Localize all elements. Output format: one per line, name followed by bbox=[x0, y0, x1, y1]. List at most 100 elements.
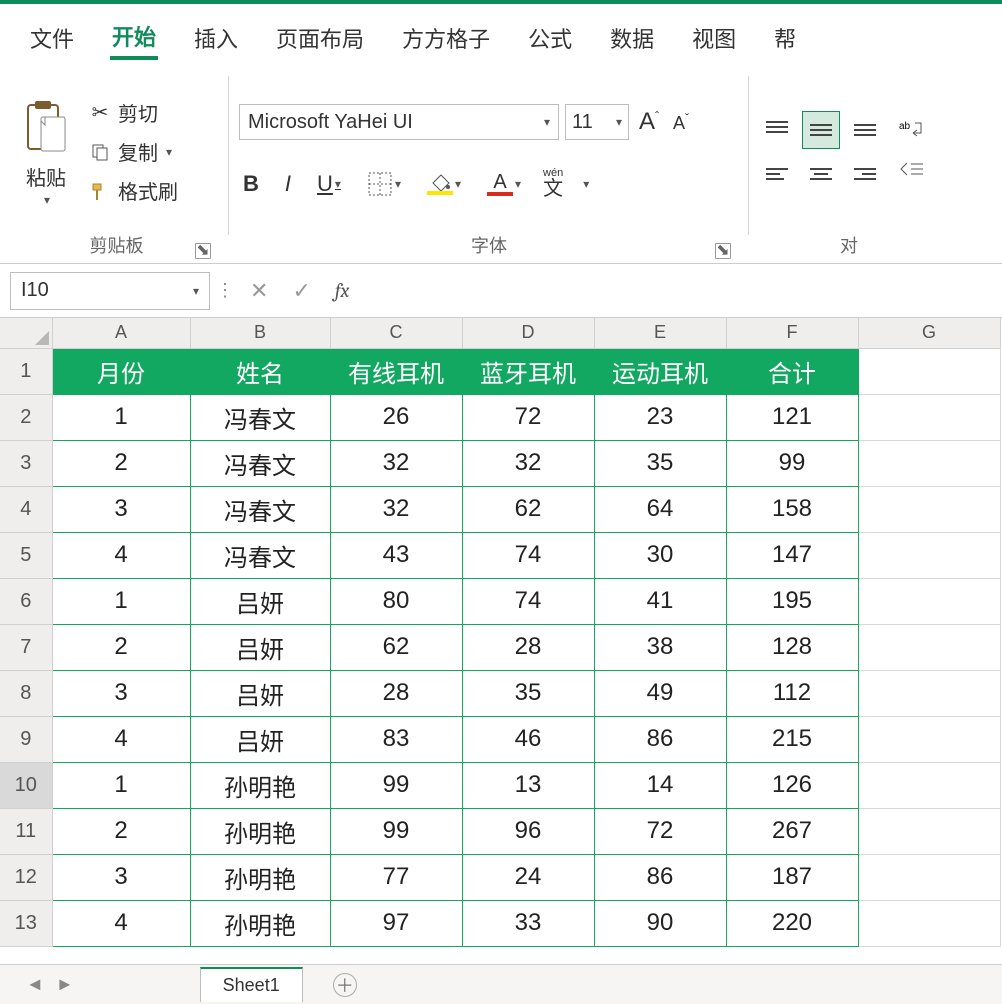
cancel-button[interactable]: ✕ bbox=[250, 278, 268, 304]
cell[interactable]: 97 bbox=[330, 900, 462, 946]
cell[interactable]: 23 bbox=[594, 394, 726, 440]
cell[interactable]: 冯春文 bbox=[190, 440, 330, 486]
cell[interactable]: 99 bbox=[726, 440, 858, 486]
cell[interactable]: 62 bbox=[330, 624, 462, 670]
cell[interactable]: 13 bbox=[462, 762, 594, 808]
header-cell[interactable]: 月份 bbox=[52, 348, 190, 394]
cell[interactable] bbox=[858, 670, 1000, 716]
cell[interactable]: 28 bbox=[462, 624, 594, 670]
cell[interactable]: 74 bbox=[462, 532, 594, 578]
cell[interactable]: 3 bbox=[52, 854, 190, 900]
cell[interactable]: 38 bbox=[594, 624, 726, 670]
cell[interactable]: 72 bbox=[462, 394, 594, 440]
cell[interactable]: 32 bbox=[330, 486, 462, 532]
cell[interactable] bbox=[858, 486, 1000, 532]
wrap-text-button[interactable]: ab bbox=[899, 119, 925, 147]
row-header[interactable]: 5 bbox=[0, 532, 52, 578]
cell[interactable]: 43 bbox=[330, 532, 462, 578]
column-header[interactable]: D bbox=[462, 318, 594, 348]
cell[interactable]: 147 bbox=[726, 532, 858, 578]
header-cell[interactable]: 姓名 bbox=[190, 348, 330, 394]
name-box[interactable]: I10 ▾ bbox=[10, 272, 210, 310]
italic-button[interactable]: I bbox=[281, 169, 295, 199]
cell[interactable]: 1 bbox=[52, 762, 190, 808]
font-size-combo[interactable]: 11 ▾ bbox=[565, 104, 629, 140]
font-color-button[interactable]: A ▾ bbox=[483, 170, 525, 198]
column-header[interactable]: C bbox=[330, 318, 462, 348]
align-bottom-button[interactable] bbox=[847, 112, 883, 148]
row-header[interactable]: 2 bbox=[0, 394, 52, 440]
decrease-indent-button[interactable] bbox=[899, 159, 925, 185]
cell[interactable]: 187 bbox=[726, 854, 858, 900]
align-right-button[interactable] bbox=[847, 156, 883, 192]
cell[interactable]: 72 bbox=[594, 808, 726, 854]
cell[interactable]: 90 bbox=[594, 900, 726, 946]
menu-tab-0[interactable]: 文件 bbox=[28, 18, 76, 58]
row-header[interactable]: 3 bbox=[0, 440, 52, 486]
cell[interactable]: 1 bbox=[52, 394, 190, 440]
header-cell[interactable]: 合计 bbox=[726, 348, 858, 394]
copy-button[interactable]: 复制 ▾ bbox=[88, 137, 178, 166]
cell[interactable]: 121 bbox=[726, 394, 858, 440]
row-header[interactable]: 12 bbox=[0, 854, 52, 900]
add-sheet-button[interactable]: ＋ bbox=[333, 973, 357, 997]
column-header[interactable]: E bbox=[594, 318, 726, 348]
cell[interactable]: 35 bbox=[462, 670, 594, 716]
cell[interactable]: 孙明艳 bbox=[190, 762, 330, 808]
format-painter-button[interactable]: 格式刷 bbox=[88, 176, 178, 205]
cell[interactable]: 215 bbox=[726, 716, 858, 762]
cell[interactable]: 32 bbox=[330, 440, 462, 486]
cell[interactable]: 3 bbox=[52, 670, 190, 716]
cell[interactable]: 126 bbox=[726, 762, 858, 808]
cell[interactable]: 3 bbox=[52, 486, 190, 532]
sheet-tab[interactable]: Sheet1 bbox=[200, 967, 303, 1002]
column-header[interactable]: G bbox=[858, 318, 1000, 348]
row-header[interactable]: 4 bbox=[0, 486, 52, 532]
cell[interactable]: 30 bbox=[594, 532, 726, 578]
menu-tab-8[interactable]: 帮 bbox=[772, 18, 798, 58]
menu-tab-2[interactable]: 插入 bbox=[192, 18, 240, 58]
cell[interactable]: 32 bbox=[462, 440, 594, 486]
cell[interactable]: 28 bbox=[330, 670, 462, 716]
cell[interactable]: 86 bbox=[594, 854, 726, 900]
cell[interactable]: 46 bbox=[462, 716, 594, 762]
row-header[interactable]: 8 bbox=[0, 670, 52, 716]
cell[interactable]: 77 bbox=[330, 854, 462, 900]
cell[interactable]: 吕妍 bbox=[190, 670, 330, 716]
cell[interactable]: 195 bbox=[726, 578, 858, 624]
menu-tab-4[interactable]: 方方格子 bbox=[400, 18, 492, 58]
bold-button[interactable]: B bbox=[239, 169, 263, 199]
cell[interactable] bbox=[858, 394, 1000, 440]
cell[interactable]: 4 bbox=[52, 532, 190, 578]
sheet-nav-prev-icon[interactable]: ◄ bbox=[26, 974, 44, 995]
cell[interactable]: 99 bbox=[330, 808, 462, 854]
enter-button[interactable]: ✓ bbox=[292, 278, 310, 304]
align-middle-button[interactable] bbox=[803, 112, 839, 148]
cell[interactable]: 冯春文 bbox=[190, 394, 330, 440]
dialog-launcher-icon[interactable]: ⬊ bbox=[715, 243, 731, 259]
cell[interactable]: 4 bbox=[52, 900, 190, 946]
menu-tab-5[interactable]: 公式 bbox=[526, 18, 574, 58]
cell[interactable]: 吕妍 bbox=[190, 578, 330, 624]
cell[interactable] bbox=[858, 624, 1000, 670]
cell[interactable]: 99 bbox=[330, 762, 462, 808]
cell[interactable]: 2 bbox=[52, 624, 190, 670]
cell[interactable]: 33 bbox=[462, 900, 594, 946]
menu-tab-6[interactable]: 数据 bbox=[608, 18, 656, 58]
cell[interactable]: 14 bbox=[594, 762, 726, 808]
cell[interactable]: 2 bbox=[52, 440, 190, 486]
phonetic-guide-button[interactable]: wén 文 bbox=[543, 168, 563, 199]
menu-tab-1[interactable]: 开始 bbox=[110, 16, 158, 60]
cell[interactable]: 49 bbox=[594, 670, 726, 716]
header-cell[interactable]: 蓝牙耳机 bbox=[462, 348, 594, 394]
row-header[interactable]: 10 bbox=[0, 762, 52, 808]
cell[interactable] bbox=[858, 532, 1000, 578]
cell[interactable]: 220 bbox=[726, 900, 858, 946]
cell[interactable]: 62 bbox=[462, 486, 594, 532]
cell[interactable]: 吕妍 bbox=[190, 716, 330, 762]
menu-tab-3[interactable]: 页面布局 bbox=[274, 18, 366, 58]
cell[interactable]: 26 bbox=[330, 394, 462, 440]
cell[interactable] bbox=[858, 578, 1000, 624]
cell[interactable]: 267 bbox=[726, 808, 858, 854]
cell[interactable]: 孙明艳 bbox=[190, 854, 330, 900]
